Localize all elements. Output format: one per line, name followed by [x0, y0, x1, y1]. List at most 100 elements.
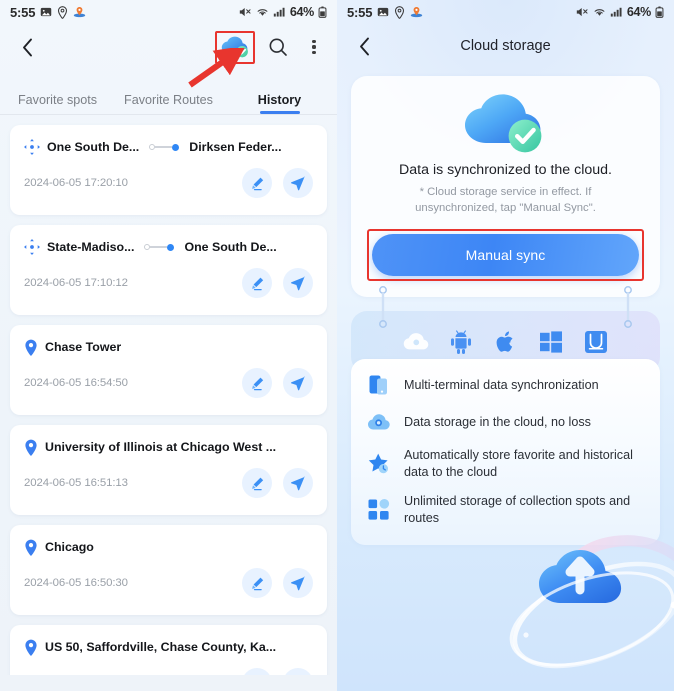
navigate-icon [291, 575, 305, 591]
list-item[interactable]: One South De... Dirksen Feder... 2024-06… [10, 125, 327, 215]
feature-item: Unlimited storage of collection spots an… [367, 493, 644, 526]
list-item-title-row: US 50, Saffordville, Chase County, Ka... [24, 639, 313, 656]
list-item-bottom-row: 2024-06-05 16:54:50 [24, 368, 313, 398]
feature-text: Data storage in the cloud, no loss [404, 414, 591, 429]
route-icon [24, 239, 40, 255]
navigate-button[interactable] [283, 268, 313, 298]
manual-sync-button-wrapper: Manual sync [367, 229, 644, 282]
list-item-title-row: Chicago [24, 539, 313, 556]
list-item-bottom-row: 2024-06-05 17:20:10 [24, 168, 313, 198]
list-item[interactable]: State-Madiso... One South De... 2024-06-… [10, 225, 327, 315]
signal-icon [610, 6, 623, 18]
back-button[interactable] [351, 33, 377, 59]
navigate-button[interactable] [283, 368, 313, 398]
feature-text: Automatically store favorite and histori… [404, 448, 633, 479]
list-item-actions [242, 468, 313, 498]
search-button[interactable] [265, 33, 291, 61]
navigate-button[interactable] [283, 668, 313, 675]
edit-icon [251, 577, 263, 590]
wifi-icon [593, 6, 606, 18]
sync-status-note: * Cloud storage service in effect. If un… [415, 186, 596, 215]
cloud-sync-illustration [367, 92, 644, 154]
list-item-bottom-row: 2024-06-05 16:50:30 [24, 568, 313, 598]
edit-button[interactable] [242, 368, 272, 398]
navigate-button[interactable] [283, 568, 313, 598]
manual-sync-red-highlight-box [367, 229, 644, 282]
features-list: Multi-terminal data synchronization Data… [351, 359, 660, 545]
battery-icon [655, 6, 664, 18]
mute-icon [576, 6, 589, 18]
cloud-icon [403, 329, 429, 355]
left-topbar-actions [215, 30, 327, 64]
list-item-actions [242, 668, 313, 675]
tab-favorite-routes[interactable]: Favorite Routes [113, 93, 224, 114]
android-icon [448, 329, 474, 355]
list-item-timestamp: 2024-06-05 16:51:13 [24, 477, 128, 489]
map-pin-icon [24, 439, 38, 456]
map-pin-icon [410, 6, 423, 19]
edit-button[interactable] [242, 268, 272, 298]
history-tab-bar: Favorite spots Favorite Routes History [0, 78, 337, 114]
edit-button[interactable] [242, 568, 272, 598]
navigate-button[interactable] [283, 168, 313, 198]
list-item[interactable]: US 50, Saffordville, Chase County, Ka...… [10, 625, 327, 675]
feature-item: Multi-terminal data synchronization [367, 373, 644, 397]
back-button[interactable] [14, 34, 40, 60]
devices-icon [367, 373, 391, 397]
list-item[interactable]: University of Illinois at Chicago West .… [10, 425, 327, 515]
list-item-timestamp: 2024-06-05 17:10:12 [24, 277, 128, 289]
cloud-sync-icon [463, 92, 549, 154]
left-dangle-connector [377, 286, 389, 328]
edit-button[interactable] [242, 668, 272, 675]
status-bar-right-group: 64% [576, 5, 664, 19]
page-title: Cloud storage [460, 38, 551, 54]
list-item-title-row: University of Illinois at Chicago West .… [24, 439, 313, 456]
history-list[interactable]: One South De... Dirksen Feder... 2024-06… [0, 115, 337, 675]
list-item-timestamp: 2024-06-05 16:50:30 [24, 577, 128, 589]
edit-button[interactable] [242, 468, 272, 498]
search-icon [268, 37, 288, 57]
dual-screenshot-container: 5:55 64% Favorite spots Favorite Routes … [0, 0, 674, 691]
route-connector [149, 143, 180, 151]
battery-percentage: 64% [626, 5, 651, 19]
list-item-bottom-row: 2024-06-05 16:51:13 [24, 468, 313, 498]
navigate-icon [291, 175, 305, 191]
cloud-sync-button[interactable] [215, 30, 255, 64]
map-pin-icon [24, 639, 38, 656]
sync-status-card: Data is synchronized to the cloud. * Clo… [351, 76, 660, 298]
list-item-origin: One South De... [47, 140, 140, 154]
list-item-actions [242, 168, 313, 198]
map-pin-icon [24, 339, 38, 356]
feature-text: Unlimited storage of collection spots an… [404, 494, 631, 525]
status-time: 5:55 [347, 4, 373, 20]
feature-item: Data storage in the cloud, no loss [367, 410, 644, 434]
list-item[interactable]: Chase Tower 2024-06-05 16:54:50 [10, 325, 327, 415]
list-item-bottom-row: 2024-06-04 19:04:44 [24, 668, 313, 675]
feature-text: Multi-terminal data synchronization [404, 377, 599, 392]
status-bar-right-group: 64% [239, 5, 327, 19]
sync-status-heading: Data is synchronized to the cloud. [399, 162, 612, 178]
navigate-icon [291, 475, 305, 491]
list-item-destination: One South De... [184, 240, 277, 254]
edit-icon [251, 377, 263, 390]
cloud-storage-icon [367, 410, 391, 434]
navigate-button[interactable] [283, 468, 313, 498]
route-connector [144, 243, 175, 251]
map-pin-icon [24, 539, 38, 556]
tab-history[interactable]: History [224, 93, 335, 114]
feature-item: Automatically store favorite and histori… [367, 447, 644, 480]
edit-icon [251, 177, 263, 190]
more-options-button[interactable] [301, 33, 327, 61]
list-item[interactable]: Chicago 2024-06-05 16:50:30 [10, 525, 327, 615]
right-phone-screen: 5:55 64% Cloud storage Data is synchroni… [337, 0, 674, 691]
tab-favorite-spots[interactable]: Favorite spots [2, 93, 113, 114]
edit-icon [251, 277, 263, 290]
edit-icon [251, 477, 263, 490]
list-item-timestamp: 2024-06-05 16:54:50 [24, 377, 128, 389]
battery-percentage: 64% [289, 5, 314, 19]
list-item-destination: Dirksen Feder... [189, 140, 282, 154]
location-icon [394, 5, 405, 19]
list-item-title-row: One South De... Dirksen Feder... [24, 139, 313, 155]
mute-icon [239, 6, 252, 18]
edit-button[interactable] [242, 168, 272, 198]
